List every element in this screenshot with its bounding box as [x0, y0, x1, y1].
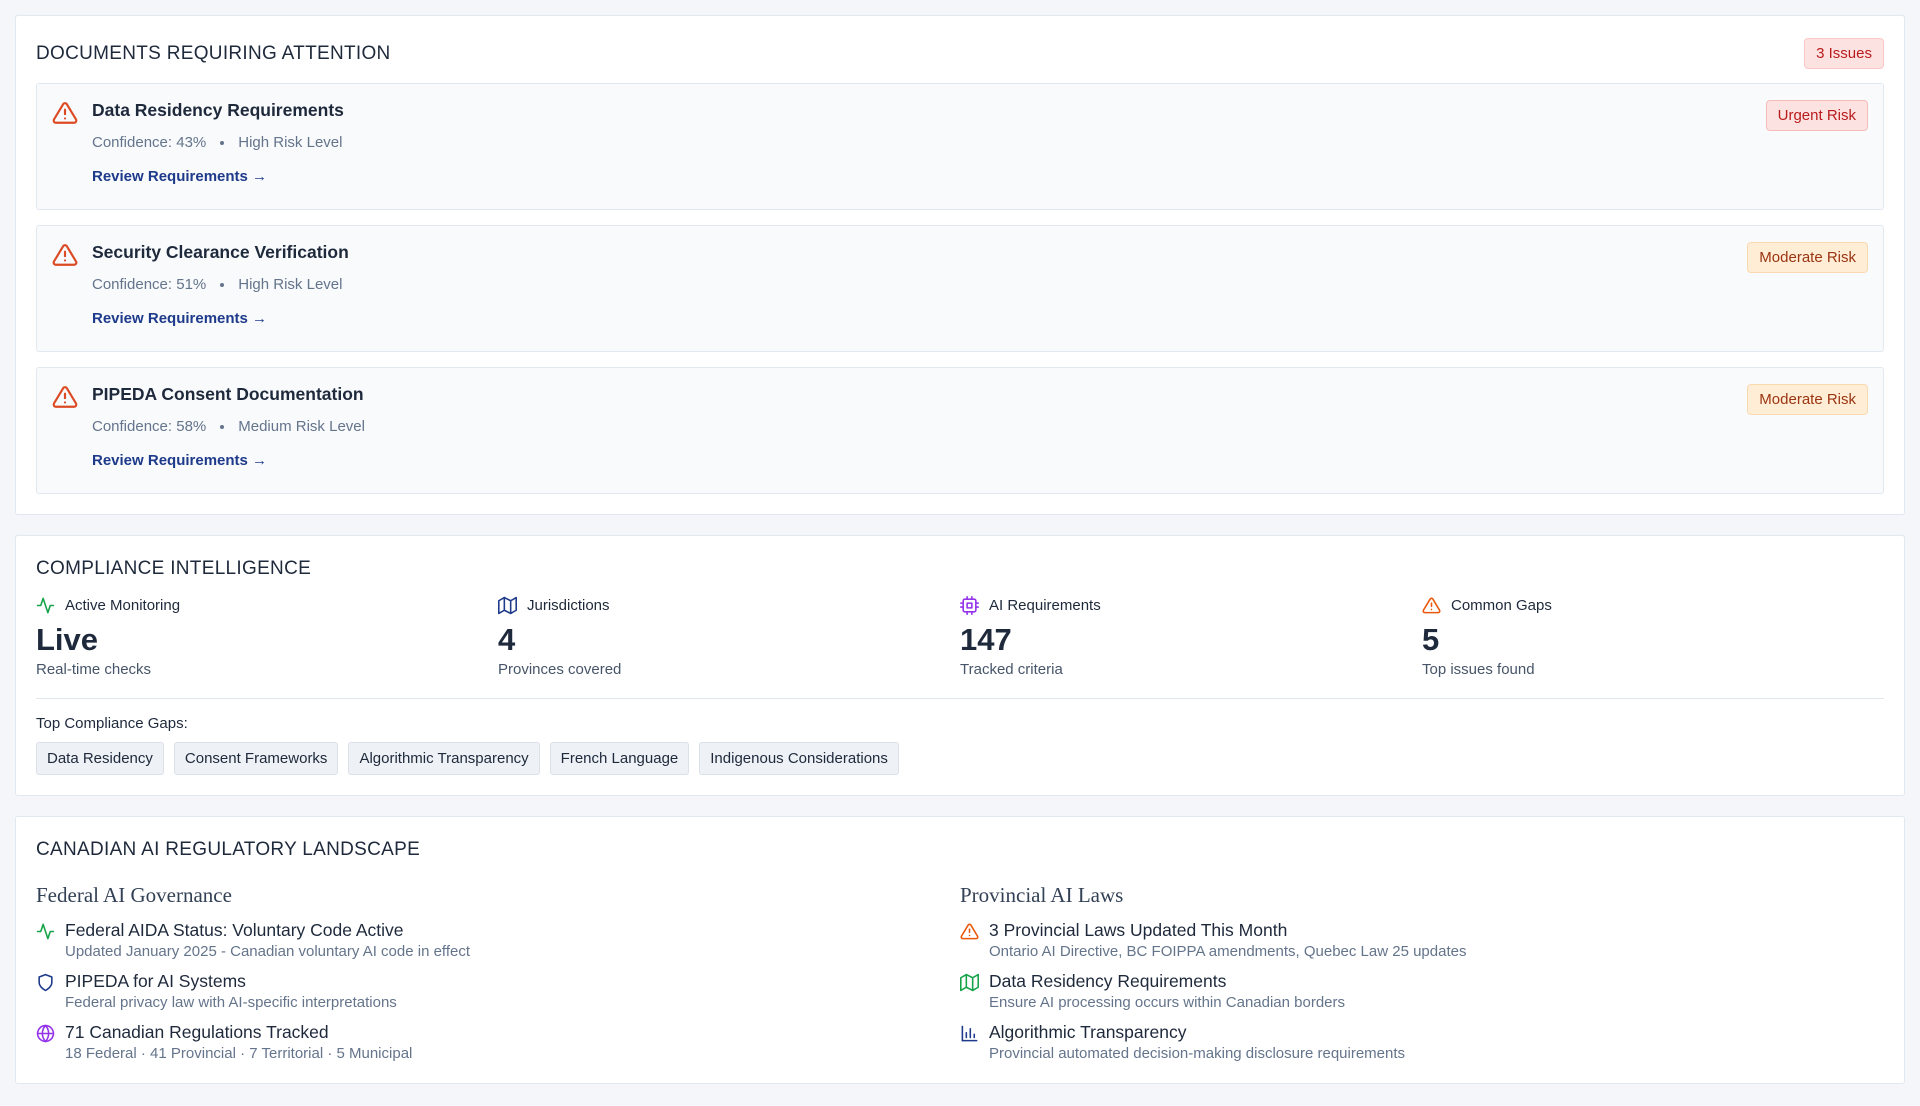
stat-jurisdictions: Jurisdictions 4 Provinces covered: [498, 596, 960, 678]
reg-title: Federal AIDA Status: Voluntary Code Acti…: [65, 920, 404, 941]
stat-active-monitoring: Active Monitoring Live Real-time checks: [36, 596, 498, 678]
activity-icon: [36, 597, 55, 614]
reg-title: PIPEDA for AI Systems: [65, 971, 246, 992]
reg-desc: 18 Federal · 41 Provincial · 7 Territori…: [65, 1045, 413, 1063]
map-icon: [960, 973, 979, 992]
stat-sub: Provinces covered: [498, 661, 622, 679]
provincial-column: Provincial AI Laws 3 Provincial Laws Upd…: [960, 875, 1884, 1073]
warning-icon: [960, 923, 979, 940]
doc-meta: Confidence: 43% High Risk Level: [92, 134, 344, 151]
doc-confidence: Confidence: 51%: [92, 276, 207, 293]
reg-desc: Ontario AI Directive, BC FOIPPA amendmen…: [989, 943, 1467, 961]
reg-title: 3 Provincial Laws Updated This Month: [989, 920, 1288, 941]
provincial-title: Provincial AI Laws: [960, 883, 1124, 908]
attention-panel: DOCUMENTS REQUIRING ATTENTION 3 Issues D…: [15, 15, 1905, 515]
doc-title: Data Residency Requirements: [92, 100, 344, 120]
shield-icon: [38, 973, 53, 992]
doc-title: PIPEDA Consent Documentation: [92, 384, 364, 404]
bar-chart-icon: [961, 1025, 978, 1042]
stat-value: Live: [36, 622, 99, 657]
federal-column: Federal AI Governance Federal AIDA Statu…: [36, 875, 960, 1073]
risk-badge: Moderate Risk: [1747, 242, 1868, 273]
reg-title: 71 Canadian Regulations Tracked: [65, 1022, 329, 1043]
stat-label: Active Monitoring: [65, 597, 181, 614]
separator-dot: [220, 140, 225, 145]
landscape-panel: CANADIAN AI REGULATORY LANDSCAPE Federal…: [15, 816, 1905, 1085]
doc-card: Security Clearance Verification Confiden…: [36, 225, 1884, 352]
attention-title: DOCUMENTS REQUIRING ATTENTION: [36, 42, 391, 64]
federal-title: Federal AI Governance: [36, 883, 232, 908]
gap-chip[interactable]: Data Residency: [36, 742, 164, 776]
gap-chip[interactable]: French Language: [549, 742, 690, 776]
reg-title: Algorithmic Transparency: [989, 1022, 1187, 1043]
risk-badge: Urgent Risk: [1765, 100, 1868, 131]
doc-confidence: Confidence: 43%: [92, 134, 207, 151]
doc-meta: Confidence: 51% High Risk Level: [92, 276, 349, 293]
doc-confidence: Confidence: 58%: [92, 418, 207, 435]
reg-title: Data Residency Requirements: [989, 971, 1227, 992]
warning-icon: [1422, 597, 1441, 614]
map-icon: [498, 596, 517, 615]
stat-common-gaps: Common Gaps 5 Top issues found: [1422, 596, 1884, 678]
intelligence-title: COMPLIANCE INTELLIGENCE: [36, 558, 312, 579]
stat-ai-requirements: AI Requirements 147 Tracked criteria: [960, 596, 1422, 678]
review-requirements-link[interactable]: Review Requirements →: [92, 310, 267, 327]
gaps-label: Top Compliance Gaps:: [36, 715, 188, 733]
landscape-title: CANADIAN AI REGULATORY LANDSCAPE: [36, 839, 421, 861]
reg-desc: Provincial automated decision-making dis…: [989, 1045, 1406, 1063]
review-requirements-link[interactable]: Review Requirements →: [92, 452, 267, 469]
doc-risk-level: High Risk Level: [238, 276, 343, 293]
reg-item: 3 Provincial Laws Updated This Month Ont…: [960, 920, 1884, 960]
doc-card: PIPEDA Consent Documentation Confidence:…: [36, 367, 1884, 494]
warning-icon: [52, 102, 78, 124]
reg-item: PIPEDA for AI Systems Federal privacy la…: [36, 971, 960, 1011]
issues-badge: 3 Issues: [1804, 38, 1884, 69]
doc-card: Data Residency Requirements Confidence: …: [36, 83, 1884, 210]
doc-risk-level: High Risk Level: [238, 134, 343, 151]
stat-sub: Real-time checks: [36, 661, 152, 679]
reg-item: Algorithmic Transparency Provincial auto…: [960, 1022, 1884, 1062]
landscape-columns: Federal AI Governance Federal AIDA Statu…: [36, 875, 1884, 1073]
risk-badge: Moderate Risk: [1747, 384, 1868, 415]
reg-desc: Federal privacy law with AI-specific int…: [65, 994, 397, 1012]
attention-header: DOCUMENTS REQUIRING ATTENTION 3 Issues: [36, 38, 1884, 69]
gaps-list: Data Residency Consent Frameworks Algori…: [36, 742, 1884, 776]
stat-value: 147: [960, 622, 1012, 657]
reg-desc: Ensure AI processing occurs within Canad…: [989, 994, 1346, 1012]
reg-desc: Updated January 2025 - Canadian voluntar…: [65, 943, 470, 961]
separator-dot: [220, 424, 225, 429]
stat-sub: Top issues found: [1422, 661, 1535, 679]
stat-sub: Tracked criteria: [960, 661, 1063, 679]
gap-chip[interactable]: Consent Frameworks: [173, 742, 339, 776]
reg-item: 71 Canadian Regulations Tracked 18 Feder…: [36, 1022, 960, 1062]
activity-icon: [36, 923, 55, 940]
reg-item: Federal AIDA Status: Voluntary Code Acti…: [36, 920, 960, 960]
stat-value: 4: [498, 622, 516, 657]
doc-risk-level: Medium Risk Level: [238, 418, 365, 435]
doc-title: Security Clearance Verification: [92, 242, 349, 262]
warning-icon: [52, 244, 78, 266]
gap-chip[interactable]: Algorithmic Transparency: [348, 742, 540, 776]
separator-dot: [220, 282, 225, 287]
stat-label: AI Requirements: [989, 597, 1101, 614]
globe-icon: [36, 1024, 55, 1043]
warning-icon: [52, 386, 78, 408]
stat-value: 5: [1422, 622, 1440, 657]
stats-row: Active Monitoring Live Real-time checks …: [36, 596, 1884, 700]
stat-label: Common Gaps: [1451, 597, 1552, 614]
gap-chip[interactable]: Indigenous Considerations: [699, 742, 899, 776]
reg-item: Data Residency Requirements Ensure AI pr…: [960, 971, 1884, 1011]
review-requirements-link[interactable]: Review Requirements →: [92, 168, 267, 185]
stat-label: Jurisdictions: [527, 597, 610, 614]
cpu-icon: [960, 596, 979, 615]
intelligence-panel: COMPLIANCE INTELLIGENCE Active Monitorin…: [15, 535, 1905, 797]
doc-meta: Confidence: 58% Medium Risk Level: [92, 418, 365, 435]
